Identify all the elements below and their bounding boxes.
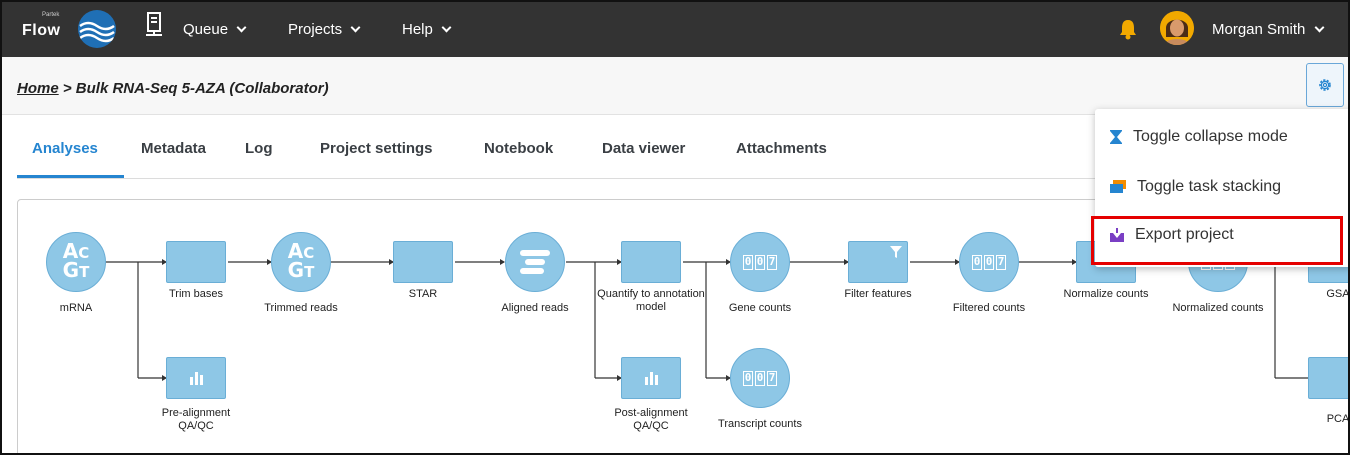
counter-icon: 007 bbox=[743, 254, 777, 270]
filtered-counts-data-node[interactable]: 007 bbox=[959, 232, 1019, 292]
node-label: mRNA bbox=[59, 302, 93, 314]
quantify-task-node[interactable] bbox=[621, 241, 681, 283]
tab-notebook[interactable]: Notebook bbox=[484, 140, 553, 157]
user-menu[interactable]: Morgan Smith bbox=[1212, 21, 1325, 38]
tab-attachments[interactable]: Attachments bbox=[736, 140, 827, 157]
chevron-down-icon bbox=[1314, 22, 1325, 33]
chevron-down-icon bbox=[441, 22, 452, 33]
tab-metadata[interactable]: Metadata bbox=[141, 140, 206, 157]
top-navigation-bar: Partek Flow Queue Projects Help Morgan S… bbox=[2, 2, 1348, 57]
breadcrumb-home-link[interactable]: Home bbox=[17, 80, 59, 97]
node-label: Quantify to annotation model bbox=[597, 288, 705, 313]
acgt-icon: AC GT bbox=[287, 239, 315, 282]
menu-item-toggle-collapse-mode[interactable]: Toggle collapse mode bbox=[1095, 115, 1348, 159]
gear-icon bbox=[1319, 79, 1331, 91]
nav-help-label: Help bbox=[402, 21, 433, 38]
filter-features-task-node[interactable] bbox=[848, 241, 908, 283]
flow-logo[interactable]: Partek Flow bbox=[18, 8, 128, 50]
node-label: STAR bbox=[408, 288, 438, 300]
notification-bell-icon[interactable] bbox=[1119, 18, 1137, 40]
project-actions-dropdown: Toggle collapse mode Toggle task stackin… bbox=[1095, 109, 1348, 267]
breadcrumb-separator: > bbox=[58, 80, 76, 97]
queue-server-icon[interactable] bbox=[146, 12, 162, 38]
node-label: Normalize counts bbox=[1063, 288, 1149, 300]
logo-waves-icon bbox=[78, 10, 116, 48]
aligned-reads-icon bbox=[520, 250, 550, 274]
breadcrumb: Home > Bulk RNA-Seq 5-AZA (Collaborator) bbox=[17, 80, 329, 97]
user-name-label: Morgan Smith bbox=[1212, 21, 1306, 38]
logo-small-text: Partek bbox=[42, 12, 60, 18]
trimmed-reads-data-node[interactable]: AC GT bbox=[271, 232, 331, 292]
nav-projects[interactable]: Projects bbox=[288, 21, 361, 38]
user-avatar[interactable] bbox=[1160, 11, 1194, 45]
filter-icon bbox=[890, 246, 902, 258]
node-label: Gene counts bbox=[728, 302, 792, 314]
counter-icon: 007 bbox=[743, 370, 777, 386]
node-label: Pre-alignment QA/QC bbox=[161, 407, 231, 432]
node-label: Normalized counts bbox=[1172, 302, 1264, 314]
transcript-counts-data-node[interactable]: 007 bbox=[730, 348, 790, 408]
node-label: Post-alignment QA/QC bbox=[614, 407, 688, 432]
menu-item-label: Toggle task stacking bbox=[1137, 178, 1282, 195]
node-label: PCA bbox=[1326, 413, 1350, 425]
export-icon bbox=[1110, 228, 1124, 242]
menu-item-label: Toggle collapse mode bbox=[1133, 128, 1288, 145]
nav-projects-label: Projects bbox=[288, 21, 343, 38]
bar-chart-icon bbox=[645, 372, 658, 385]
node-label: GSA bbox=[1326, 288, 1350, 300]
nav-queue-label: Queue bbox=[183, 21, 229, 38]
active-tab-indicator bbox=[17, 175, 124, 178]
tab-project-settings[interactable]: Project settings bbox=[320, 140, 433, 157]
chevron-down-icon bbox=[350, 22, 361, 33]
trim-bases-task-node[interactable] bbox=[166, 241, 226, 283]
tab-log[interactable]: Log bbox=[245, 140, 273, 157]
node-label: Trim bases bbox=[169, 288, 223, 300]
post-alignment-qaqc-task-node[interactable] bbox=[621, 357, 681, 399]
star-task-node[interactable] bbox=[393, 241, 453, 283]
app-window: Partek Flow Queue Projects Help Morgan S… bbox=[0, 0, 1350, 455]
logo-text: Flow bbox=[22, 22, 61, 39]
aligned-reads-data-node[interactable] bbox=[505, 232, 565, 292]
tab-data-viewer[interactable]: Data viewer bbox=[602, 140, 685, 157]
tab-analyses[interactable]: Analyses bbox=[32, 140, 98, 157]
node-label: Filtered counts bbox=[952, 302, 1026, 314]
chevron-down-icon bbox=[236, 22, 247, 33]
node-label: Transcript counts bbox=[718, 418, 802, 430]
mrna-data-node[interactable]: AC GT bbox=[46, 232, 106, 292]
node-label: Aligned reads bbox=[501, 302, 569, 314]
node-label: Filter features bbox=[844, 288, 912, 300]
pre-alignment-qaqc-task-node[interactable] bbox=[166, 357, 226, 399]
menu-item-export-project[interactable]: Export project bbox=[1095, 213, 1348, 257]
pca-task-node[interactable] bbox=[1308, 357, 1348, 399]
acgt-icon: AC GT bbox=[62, 239, 90, 282]
stack-icon bbox=[1110, 180, 1126, 193]
nav-help[interactable]: Help bbox=[402, 21, 452, 38]
breadcrumb-current-project: Bulk RNA-Seq 5-AZA (Collaborator) bbox=[75, 80, 329, 97]
bar-chart-icon bbox=[190, 372, 203, 385]
counter-icon: 007 bbox=[972, 254, 1006, 270]
menu-item-toggle-task-stacking[interactable]: Toggle task stacking bbox=[1095, 165, 1348, 209]
nav-queue[interactable]: Queue bbox=[183, 21, 247, 38]
hourglass-icon bbox=[1110, 130, 1122, 144]
project-settings-gear-button[interactable] bbox=[1306, 63, 1344, 107]
menu-item-label: Export project bbox=[1135, 226, 1234, 243]
node-label: Trimmed reads bbox=[264, 302, 338, 314]
gene-counts-data-node[interactable]: 007 bbox=[730, 232, 790, 292]
breadcrumb-bar: Home > Bulk RNA-Seq 5-AZA (Collaborator) bbox=[2, 57, 1348, 115]
